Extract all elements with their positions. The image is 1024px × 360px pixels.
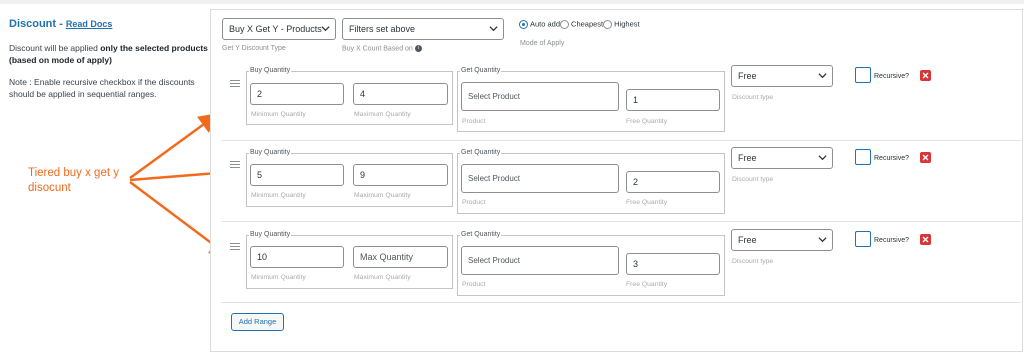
product-label: Product xyxy=(462,118,486,125)
section-title-row: Discount - Read Docs xyxy=(9,14,209,32)
close-icon xyxy=(922,154,929,161)
free-quantity-label: Free Quantity xyxy=(626,281,668,288)
free-quantity-input[interactable]: 2 xyxy=(626,171,720,193)
recursive-checkbox[interactable] xyxy=(855,67,871,83)
range-divider xyxy=(221,302,1021,303)
get-quantity-legend: Get Quantity xyxy=(460,231,502,238)
mode-of-apply-hint: Mode of Apply xyxy=(520,40,565,47)
recursive-note: Note : Enable recursive checkbox if the … xyxy=(9,77,195,99)
range-discount-type-value: Free xyxy=(738,71,757,81)
range-discount-type-value: Free xyxy=(738,153,757,163)
get-quantity-legend: Get Quantity xyxy=(460,149,502,156)
range-discount-type-value: Free xyxy=(738,235,757,245)
recursive-label: Recursive? xyxy=(874,73,910,80)
discount-type-label: Discount type xyxy=(732,176,774,183)
description-text: Discount will be applied xyxy=(9,43,101,53)
max-quantity-input[interactable]: 4 xyxy=(353,83,448,105)
drag-handle-icon[interactable] xyxy=(230,161,240,169)
mode-radio-cheapest[interactable] xyxy=(560,19,570,29)
close-icon xyxy=(922,72,929,79)
delete-range-button[interactable] xyxy=(920,152,931,163)
buy-quantity-legend: Buy Quantity xyxy=(249,231,292,238)
discount-type-select-range[interactable]: Free xyxy=(731,229,833,251)
drag-handle-icon[interactable] xyxy=(230,243,240,251)
select-product-input[interactable]: Select Product xyxy=(461,82,619,111)
chevron-down-icon xyxy=(321,26,330,32)
discount-type-select-range[interactable]: Free xyxy=(731,65,833,87)
recursive-label: Recursive? xyxy=(874,237,910,244)
select-product-input[interactable]: Select Product xyxy=(461,164,619,193)
buy-quantity-legend: Buy Quantity xyxy=(249,67,292,74)
count-based-value: Filters set above xyxy=(349,24,416,34)
discount-type-select[interactable]: Buy X Get Y - Products xyxy=(222,18,336,40)
min-quantity-label: Minimum Quantity xyxy=(251,111,306,118)
delete-range-button[interactable] xyxy=(920,234,931,245)
recursive-checkbox[interactable] xyxy=(855,231,871,247)
discount-info: Discount - Read Docs Discount will be ap… xyxy=(9,14,209,100)
select-product-input[interactable]: Select Product xyxy=(461,246,619,275)
drag-handle-icon[interactable] xyxy=(230,80,240,88)
discount-type-select-range[interactable]: Free xyxy=(731,147,833,169)
product-label: Product xyxy=(462,199,486,206)
max-quantity-label: Maximum Quantity xyxy=(354,111,411,118)
recursive-label: Recursive? xyxy=(874,155,910,162)
product-label: Product xyxy=(462,281,486,288)
mode-radio-auto-add[interactable] xyxy=(519,19,528,29)
min-quantity-input[interactable]: 10 xyxy=(250,246,344,268)
count-based-hint: Buy X Count Based on xyxy=(342,45,413,53)
free-quantity-label: Free Quantity xyxy=(626,118,668,125)
close-icon xyxy=(922,236,929,243)
min-quantity-input[interactable]: 2 xyxy=(250,83,344,105)
title-dash: - xyxy=(56,18,66,30)
max-quantity-input[interactable]: 9 xyxy=(353,164,448,186)
free-quantity-label: Free Quantity xyxy=(626,199,668,206)
min-quantity-label: Minimum Quantity xyxy=(251,192,306,199)
range-divider xyxy=(221,221,1021,222)
chevron-down-icon xyxy=(818,155,827,161)
mode-label-cheapest: Cheapest xyxy=(571,19,604,29)
chevron-down-icon xyxy=(818,73,827,79)
annotation-text: Tiered buy x get y disocunt xyxy=(28,166,138,196)
annotation-line-1: Tiered buy x get y xyxy=(28,167,119,179)
mode-label-highest: Highest xyxy=(614,19,640,29)
mode-of-apply-radios: Auto add Cheapest Highest xyxy=(519,19,640,29)
discount-description: Discount will be applied only the select… xyxy=(9,42,209,66)
recursive-checkbox[interactable] xyxy=(855,149,871,165)
min-quantity-label: Minimum Quantity xyxy=(251,274,306,281)
discount-type-hint: Get Y Discount Type xyxy=(222,45,286,52)
delete-range-button[interactable] xyxy=(920,70,931,81)
discount-type-label: Discount type xyxy=(732,94,774,101)
add-range-button[interactable]: Add Range xyxy=(231,313,284,331)
discount-type-value: Buy X Get Y - Products xyxy=(229,24,322,34)
top-divider xyxy=(0,0,1024,4)
annotation-line-2: disocunt xyxy=(28,182,71,194)
mode-radio-highest[interactable] xyxy=(603,19,613,29)
arrow-to-range-1 xyxy=(129,113,220,180)
count-based-hint-row: Buy X Count Based on i xyxy=(342,45,422,52)
max-quantity-label: Maximum Quantity xyxy=(354,192,411,199)
section-title: Discount xyxy=(9,18,57,30)
max-quantity-input[interactable]: Max Quantity xyxy=(353,246,448,268)
free-quantity-input[interactable]: 1 xyxy=(626,89,720,111)
chevron-down-icon xyxy=(818,237,827,243)
get-quantity-legend: Get Quantity xyxy=(460,67,502,74)
free-quantity-input[interactable]: 3 xyxy=(626,253,720,275)
mode-label-auto-add: Auto add xyxy=(530,19,561,29)
buy-quantity-legend: Buy Quantity xyxy=(249,149,292,156)
range-divider xyxy=(221,140,1021,141)
discount-type-label: Discount type xyxy=(732,258,774,265)
min-quantity-input[interactable]: 5 xyxy=(250,164,344,186)
chevron-down-icon xyxy=(489,26,498,32)
read-docs-link[interactable]: Read Docs xyxy=(66,19,113,29)
info-icon[interactable]: i xyxy=(414,45,422,52)
count-based-select[interactable]: Filters set above xyxy=(342,18,504,40)
max-quantity-label: Maximum Quantity xyxy=(354,274,411,281)
